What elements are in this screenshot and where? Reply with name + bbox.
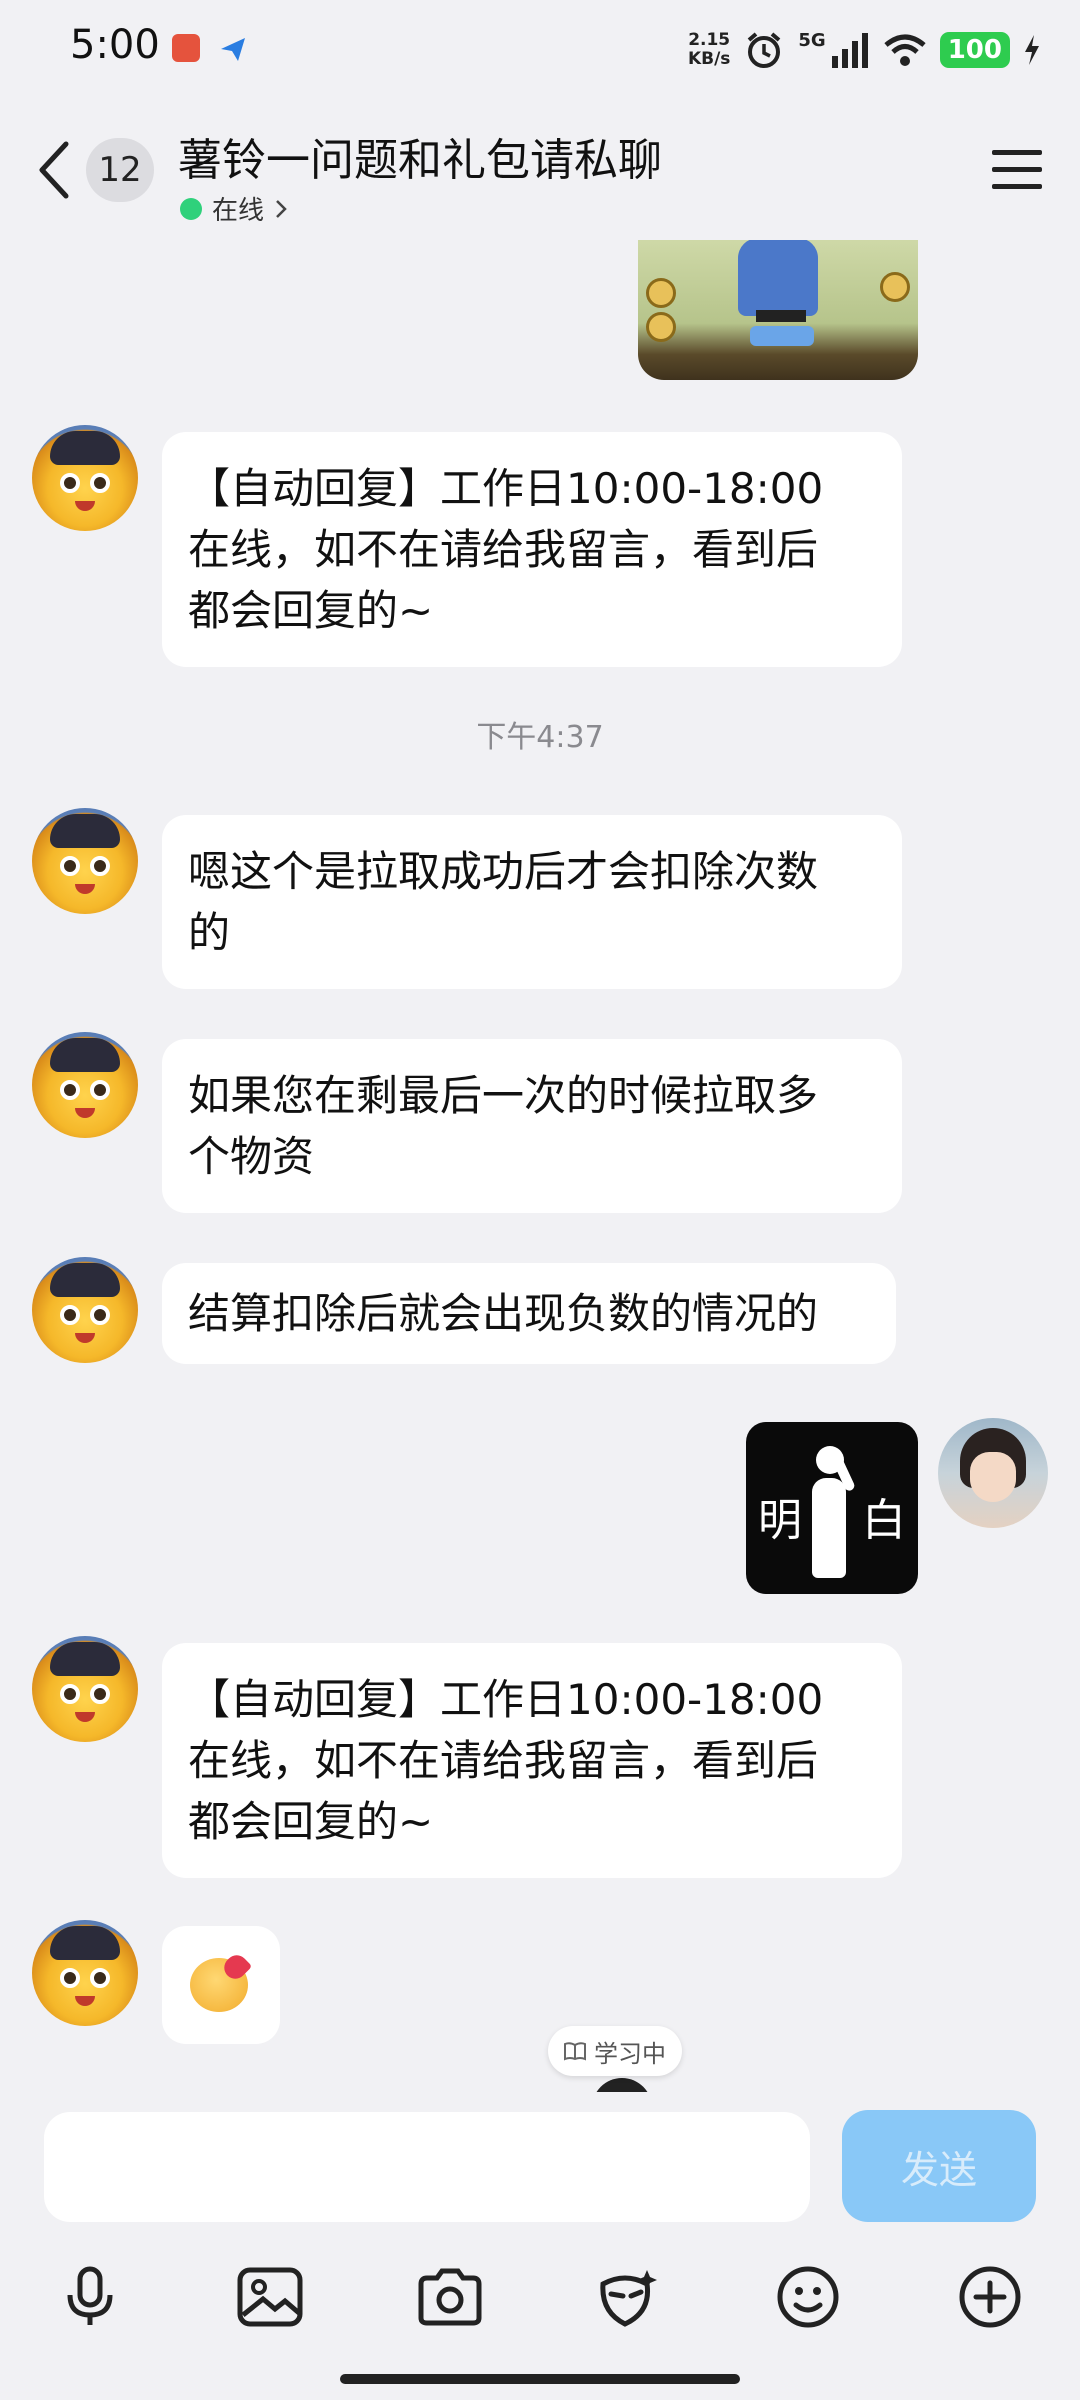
message-bubble[interactable]: 结算扣除后就会出现负数的情况的	[162, 1263, 896, 1364]
contact-avatar[interactable]	[32, 1636, 138, 1742]
game-screenshot-image[interactable]	[638, 238, 918, 380]
online-status-label: 在线	[212, 196, 265, 226]
message-bubble[interactable]: 【自动回复】工作日10:00-18:00 在线，如不在请给我留言，看到后 都会回…	[162, 432, 902, 667]
input-toolbar	[0, 2252, 1080, 2342]
contact-avatar[interactable]	[32, 808, 138, 914]
send-button[interactable]: 发送	[842, 2110, 1036, 2222]
contact-avatar[interactable]	[32, 1920, 138, 2026]
chat-title[interactable]: 薯铃一问题和礼包请私聊	[178, 124, 662, 188]
chat-header: 12 薯铃一问题和礼包请私聊 在线	[0, 100, 1080, 240]
emoji-message[interactable]	[162, 1926, 280, 2044]
battery-level: 100	[939, 32, 1010, 68]
network-speed: 2.15 KB/s	[687, 30, 731, 69]
emoji-icon	[777, 2266, 839, 2328]
sticker-message[interactable]: 明 白	[746, 1422, 918, 1594]
magic-face-button[interactable]	[583, 2252, 673, 2342]
contact-avatar[interactable]	[32, 1257, 138, 1363]
camera-button[interactable]	[405, 2252, 495, 2342]
network-type: 5G	[798, 29, 826, 51]
more-button[interactable]	[945, 2252, 1035, 2342]
message-bubble[interactable]: 如果您在剩最后一次的时候拉取多 个物资	[162, 1039, 902, 1213]
home-indicator[interactable]	[340, 2374, 740, 2384]
status-indicators: 2.15 KB/s 5G 100	[688, 24, 1040, 76]
castle-graphic	[738, 238, 818, 316]
study-mode-label: 学习中	[594, 2039, 666, 2068]
time-divider: 下午4:37	[476, 720, 604, 755]
alarm-icon	[748, 32, 781, 68]
message-bubble[interactable]: 【自动回复】工作日10:00-18:00 在线，如不在请给我留言，看到后 都会回…	[162, 1643, 902, 1878]
online-dot-icon	[180, 197, 202, 220]
message-input[interactable]	[44, 2112, 810, 2222]
chevron-right-icon	[276, 199, 287, 218]
magic-face-icon	[600, 2270, 657, 2327]
voice-button[interactable]	[45, 2252, 135, 2342]
message-bubble[interactable]: 嗯这个是拉取成功后才会扣除次数 的	[162, 815, 902, 989]
charging-icon	[1025, 35, 1039, 65]
hamburger-menu-icon	[992, 150, 1042, 189]
user-avatar[interactable]	[938, 1418, 1048, 1528]
status-time: 5:00	[70, 22, 160, 68]
gallery-button[interactable]	[225, 2252, 315, 2342]
plus-icon	[959, 2266, 1021, 2328]
wifi-icon	[884, 34, 926, 66]
microphone-icon	[67, 2266, 113, 2325]
chevron-left-icon	[39, 141, 69, 199]
input-area: 发送	[0, 2092, 1080, 2400]
contact-avatar[interactable]	[32, 425, 138, 531]
back-button[interactable]	[30, 138, 80, 202]
study-mode-pill[interactable]: 学习中	[548, 2026, 682, 2076]
camera-icon	[418, 2268, 482, 2326]
online-status[interactable]: 在线	[180, 190, 288, 227]
menu-button[interactable]	[992, 148, 1042, 192]
unread-count-badge[interactable]: 12	[86, 138, 154, 202]
send-arrow-icon	[218, 34, 246, 62]
signal-icon	[831, 33, 868, 68]
book-icon	[564, 2042, 586, 2061]
contact-avatar[interactable]	[32, 1032, 138, 1138]
emoji-button[interactable]	[763, 2252, 853, 2342]
notification-app-icon	[172, 34, 200, 62]
image-icon	[237, 2267, 303, 2327]
status-bar: 5:00 2.15 KB/s 5G 100	[0, 0, 1080, 100]
